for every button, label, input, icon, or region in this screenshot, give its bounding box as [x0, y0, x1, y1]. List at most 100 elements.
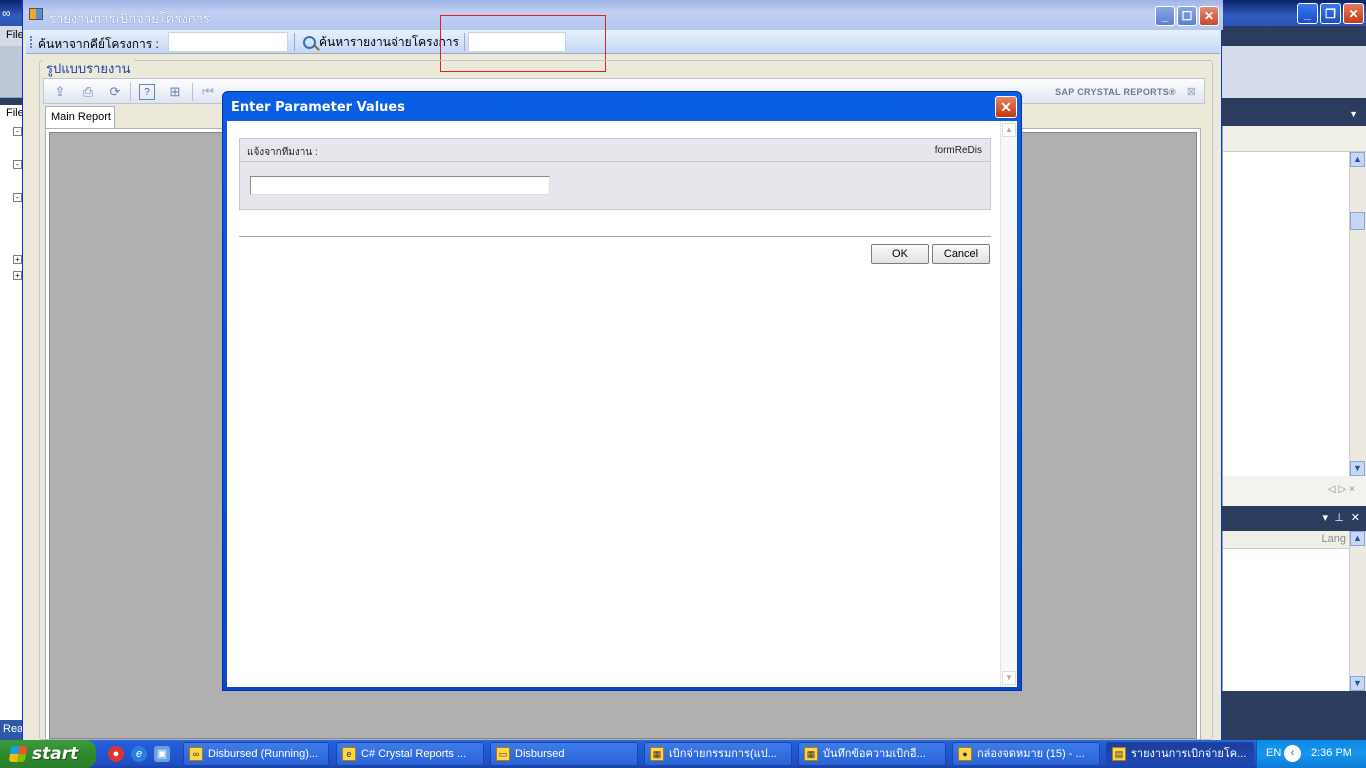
- close-button[interactable]: ✕: [1199, 6, 1219, 26]
- first-page-icon[interactable]: ⏮: [200, 84, 216, 100]
- tab-main-report[interactable]: Main Report: [45, 106, 115, 128]
- app-icon: ▤: [1112, 747, 1126, 761]
- window-title: รายงานการเบิกจ่ายโครงการ: [49, 11, 210, 26]
- ok-button[interactable]: OK: [871, 244, 929, 264]
- taskbar-item[interactable]: ▭ Disbursed: [490, 742, 638, 766]
- scroll-up-icon[interactable]: ▲: [1350, 531, 1365, 546]
- report-group-title: รูปแบบรายงาน: [43, 58, 134, 79]
- chevron-down-icon[interactable]: ▼: [1349, 109, 1358, 119]
- vs-right-panel-nav: ◁▷×: [1222, 476, 1366, 506]
- parameter-panel: แจ้งจากทีมงาน : formReDis: [239, 138, 991, 210]
- pin-icon[interactable]: ⊥: [1334, 511, 1344, 524]
- taskbar-item-label: บันทึกข้อความเบิกอี...: [823, 748, 926, 760]
- tree-expand-icon[interactable]: +: [13, 255, 22, 264]
- vs-right-panel-header: ▼: [1222, 105, 1366, 125]
- chevron-left-icon[interactable]: ‹: [1284, 745, 1301, 762]
- vs-icon: ∞: [189, 747, 203, 761]
- scroll-down-icon[interactable]: ▼: [1350, 676, 1365, 691]
- dialog-divider: [239, 236, 991, 238]
- toolbar-separator: [130, 83, 131, 101]
- vs-restore-button[interactable]: ❐: [1320, 3, 1341, 24]
- taskbar: start ● e ▣ ∞ Disbursed (Running)... e C# …: [0, 740, 1366, 768]
- vs-close-button[interactable]: ✕: [1343, 3, 1364, 24]
- taskbar-item-active[interactable]: ▤ รายงานการเบิกจ่ายโค...: [1106, 742, 1254, 766]
- language-indicator[interactable]: EN: [1266, 747, 1281, 759]
- ie-icon[interactable]: e: [131, 746, 147, 762]
- vs-menu-bar: File: [0, 26, 24, 46]
- toolbar-separator: [192, 83, 193, 101]
- vs-logo-icon: ∞: [2, 6, 11, 20]
- vs-minimize-button[interactable]: _: [1297, 3, 1318, 24]
- close-icon[interactable]: ⊠: [1187, 85, 1196, 98]
- toolbar-separator: [294, 33, 295, 51]
- show-desktop-icon[interactable]: ▣: [154, 746, 170, 762]
- vs-right-toolbar: [1222, 46, 1366, 98]
- dialog-title: Enter Parameter Values: [231, 100, 405, 115]
- taskbar-item[interactable]: ▦ บันทึกข้อความเบิกอี...: [798, 742, 946, 766]
- nav-arrows-icon[interactable]: ◁▷×: [1328, 484, 1358, 495]
- parameter-header: แจ้งจากทีมงาน : formReDis: [240, 139, 990, 162]
- window-icon: ▦: [650, 747, 664, 761]
- vs-status-bar: Rea: [0, 720, 24, 740]
- column-header-lang: Lang: [1321, 533, 1346, 545]
- vs-properties-panel: Lang ▲ ▼: [1222, 531, 1366, 691]
- chrome-icon[interactable]: ●: [108, 746, 124, 762]
- vs-right-panel-strip: [1223, 126, 1366, 152]
- dialog-close-button[interactable]: ✕: [995, 96, 1017, 118]
- search-report-button-label: ค้นหารายงานจ่ายโครงการ: [319, 34, 459, 49]
- maximize-button[interactable]: ☐: [1177, 6, 1197, 26]
- tab-main-report-label: Main Report: [51, 111, 111, 123]
- clock: 2:36 PM: [1311, 747, 1352, 759]
- dialog-body: แจ้งจากทีมงาน : formReDis OK Cancel ▲ ▼: [227, 121, 1017, 687]
- parameters-icon[interactable]: ?: [139, 84, 155, 100]
- toolbar-grip[interactable]: [30, 36, 33, 48]
- folder-icon: ▭: [496, 747, 510, 761]
- group-tree-icon[interactable]: ⊞: [167, 84, 183, 100]
- start-button[interactable]: start: [0, 740, 96, 768]
- vs-left-panel: File - - - + +: [0, 105, 24, 725]
- minimize-button[interactable]: _: [1155, 6, 1175, 26]
- taskbar-item[interactable]: ▦ เบิกจ่ายกรรมการ(แป...: [644, 742, 792, 766]
- taskbar-item[interactable]: e C# Crystal Reports ...: [336, 742, 484, 766]
- search-toolbar: ค้นหาจากคีย์โครงการ : ค้นหารายงานจ่ายโคร…: [26, 30, 1220, 54]
- app-icon: [29, 8, 43, 20]
- vs-toolbar: [0, 46, 24, 98]
- start-label: start: [32, 744, 79, 764]
- export-icon[interactable]: ⇪: [52, 84, 68, 100]
- chrome-icon: ●: [958, 747, 972, 761]
- taskbar-item-label: Disbursed (Running)...: [208, 748, 319, 760]
- close-icon[interactable]: ✕: [1351, 511, 1360, 524]
- tree-collapse-icon[interactable]: -: [13, 193, 22, 202]
- scroll-down-icon[interactable]: ▼: [1350, 461, 1365, 476]
- tree-collapse-icon[interactable]: -: [13, 127, 22, 136]
- parameter-label: แจ้งจากทีมงาน :: [247, 147, 318, 158]
- vertical-scrollbar[interactable]: ▲ ▼: [1349, 152, 1366, 476]
- tree-expand-icon[interactable]: +: [13, 271, 22, 280]
- system-tray: EN ‹ 2:36 PM: [1256, 740, 1366, 768]
- print-icon[interactable]: ⎙: [80, 84, 96, 100]
- parameter-name: formReDis: [934, 145, 982, 156]
- cancel-button[interactable]: Cancel: [932, 244, 990, 264]
- scroll-down-icon[interactable]: ▼: [1002, 671, 1016, 685]
- scroll-thumb[interactable]: [1350, 212, 1365, 230]
- taskbar-item-label: C# Crystal Reports ...: [361, 748, 467, 760]
- taskbar-item-label: เบิกจ่ายกรรมการ(แป...: [669, 748, 777, 760]
- vs-right-panel-editor: ▲ ▼: [1222, 126, 1366, 476]
- vertical-scrollbar[interactable]: ▲ ▼: [1349, 531, 1366, 691]
- tree-collapse-icon[interactable]: -: [13, 160, 22, 169]
- taskbar-item[interactable]: ● กล่องจดหมาย (15) - ...: [952, 742, 1100, 766]
- crystal-brand-logo: SAP CRYSTAL REPORTS®: [1055, 87, 1176, 97]
- taskbar-item-label: รายงานการเบิกจ่ายโค...: [1131, 748, 1247, 760]
- dialog-scrollbar[interactable]: ▲ ▼: [1000, 121, 1017, 687]
- scroll-up-icon[interactable]: ▲: [1002, 123, 1016, 137]
- taskbar-item[interactable]: ∞ Disbursed (Running)...: [183, 742, 329, 766]
- parameter-value-input[interactable]: [250, 176, 550, 195]
- refresh-icon[interactable]: ⟳: [107, 84, 123, 100]
- window-icon: ▦: [804, 747, 818, 761]
- windows-logo-icon: [8, 746, 28, 762]
- dropdown-icon[interactable]: ▾: [1322, 511, 1328, 524]
- search-report-button[interactable]: ค้นหารายงานจ่ายโครงการ: [300, 32, 462, 52]
- scroll-up-icon[interactable]: ▲: [1350, 152, 1365, 167]
- search-key-input[interactable]: [168, 32, 288, 52]
- column-header[interactable]: Lang: [1223, 531, 1350, 549]
